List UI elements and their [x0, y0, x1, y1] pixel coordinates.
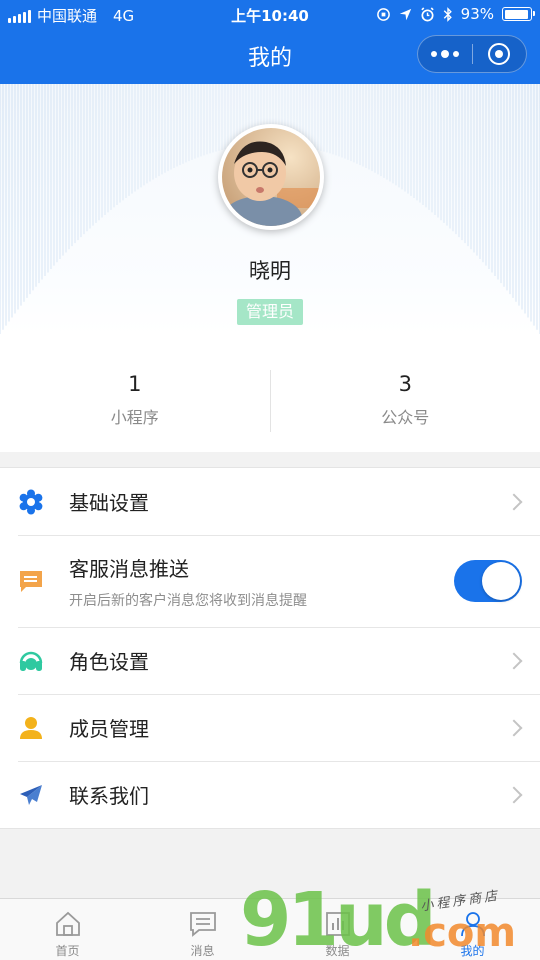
tab-label: 消息 [190, 944, 215, 958]
stat-label: 小程序 [110, 408, 159, 427]
chevron-right-icon [505, 786, 523, 803]
stat-mini-programs[interactable]: 1 小程序 [0, 334, 270, 452]
profile-header: 晓明 管理员 [0, 84, 540, 334]
role-badge: 管理员 [237, 299, 303, 325]
tab-home[interactable]: 首页 [0, 899, 135, 960]
toggle-knob [482, 562, 520, 600]
mini-program-capsule [417, 35, 527, 73]
menu-item-basic-settings[interactable]: 基础设置 [0, 468, 540, 535]
menu-item-customer-message-push: 客服消息推送 开启后新的客户消息您将收到消息提醒 [0, 535, 540, 627]
tab-label: 数据 [325, 944, 350, 958]
menu-item-label: 成员管理 [69, 717, 149, 741]
stat-value: 1 [128, 372, 142, 396]
settings-menu: 基础设置 客服消息推送 开启后新的客户消息您将收到消息提醒 角色设置 成员管理 … [0, 467, 540, 829]
headset-icon [18, 648, 44, 674]
location-icon [399, 8, 411, 20]
chart-icon [270, 909, 405, 939]
status-bar: 中国联通 4G 上午10:40 93% [0, 0, 540, 28]
menu-item-description: 开启后新的客户消息您将收到消息提醒 [69, 592, 307, 609]
stat-official-accounts[interactable]: 3 公众号 [271, 334, 540, 452]
tab-data[interactable]: 数据 [270, 899, 405, 960]
avatar-photo [222, 128, 320, 226]
battery-icon [502, 7, 535, 21]
tab-label: 首页 [55, 944, 80, 958]
tab-mine[interactable]: 我的 [405, 899, 540, 960]
more-button[interactable] [418, 35, 472, 73]
target-icon [488, 43, 511, 65]
menu-item-member-management[interactable]: 成员管理 [0, 694, 540, 761]
user-icon [405, 909, 540, 939]
menu-item-label: 客服消息推送 [69, 556, 189, 581]
gear-icon [18, 489, 44, 515]
nav-bar: 我的 [0, 28, 540, 84]
chevron-right-icon [505, 719, 523, 736]
push-notification-toggle[interactable] [454, 560, 522, 602]
bluetooth-icon [443, 6, 452, 22]
stat-value: 3 [398, 372, 412, 396]
menu-item-label: 联系我们 [69, 784, 149, 808]
menu-item-label: 角色设置 [69, 650, 149, 674]
chat-icon [135, 909, 270, 939]
menu-item-contact-us[interactable]: 联系我们 [0, 761, 540, 828]
tab-messages[interactable]: 消息 [135, 899, 270, 960]
user-name: 晓明 [249, 259, 291, 283]
tab-bar: 首页 消息 数据 我的 [0, 898, 540, 960]
orientation-lock-icon [376, 7, 390, 21]
stat-label: 公众号 [381, 408, 430, 427]
avatar[interactable] [218, 124, 324, 230]
battery-percent: 93% [460, 5, 494, 23]
alarm-icon [420, 6, 434, 21]
chevron-right-icon [505, 493, 523, 510]
menu-item-role-settings[interactable]: 角色设置 [0, 627, 540, 694]
person-icon [18, 715, 44, 741]
stats-panel: 1 小程序 3 公众号 [0, 334, 540, 452]
message-icon [18, 568, 44, 594]
paper-plane-icon [18, 782, 44, 808]
ellipsis-icon [430, 50, 459, 58]
home-icon [0, 909, 135, 939]
close-button[interactable] [472, 35, 526, 73]
chevron-right-icon [505, 652, 523, 669]
menu-item-label: 基础设置 [69, 491, 149, 515]
tab-label: 我的 [460, 944, 485, 958]
